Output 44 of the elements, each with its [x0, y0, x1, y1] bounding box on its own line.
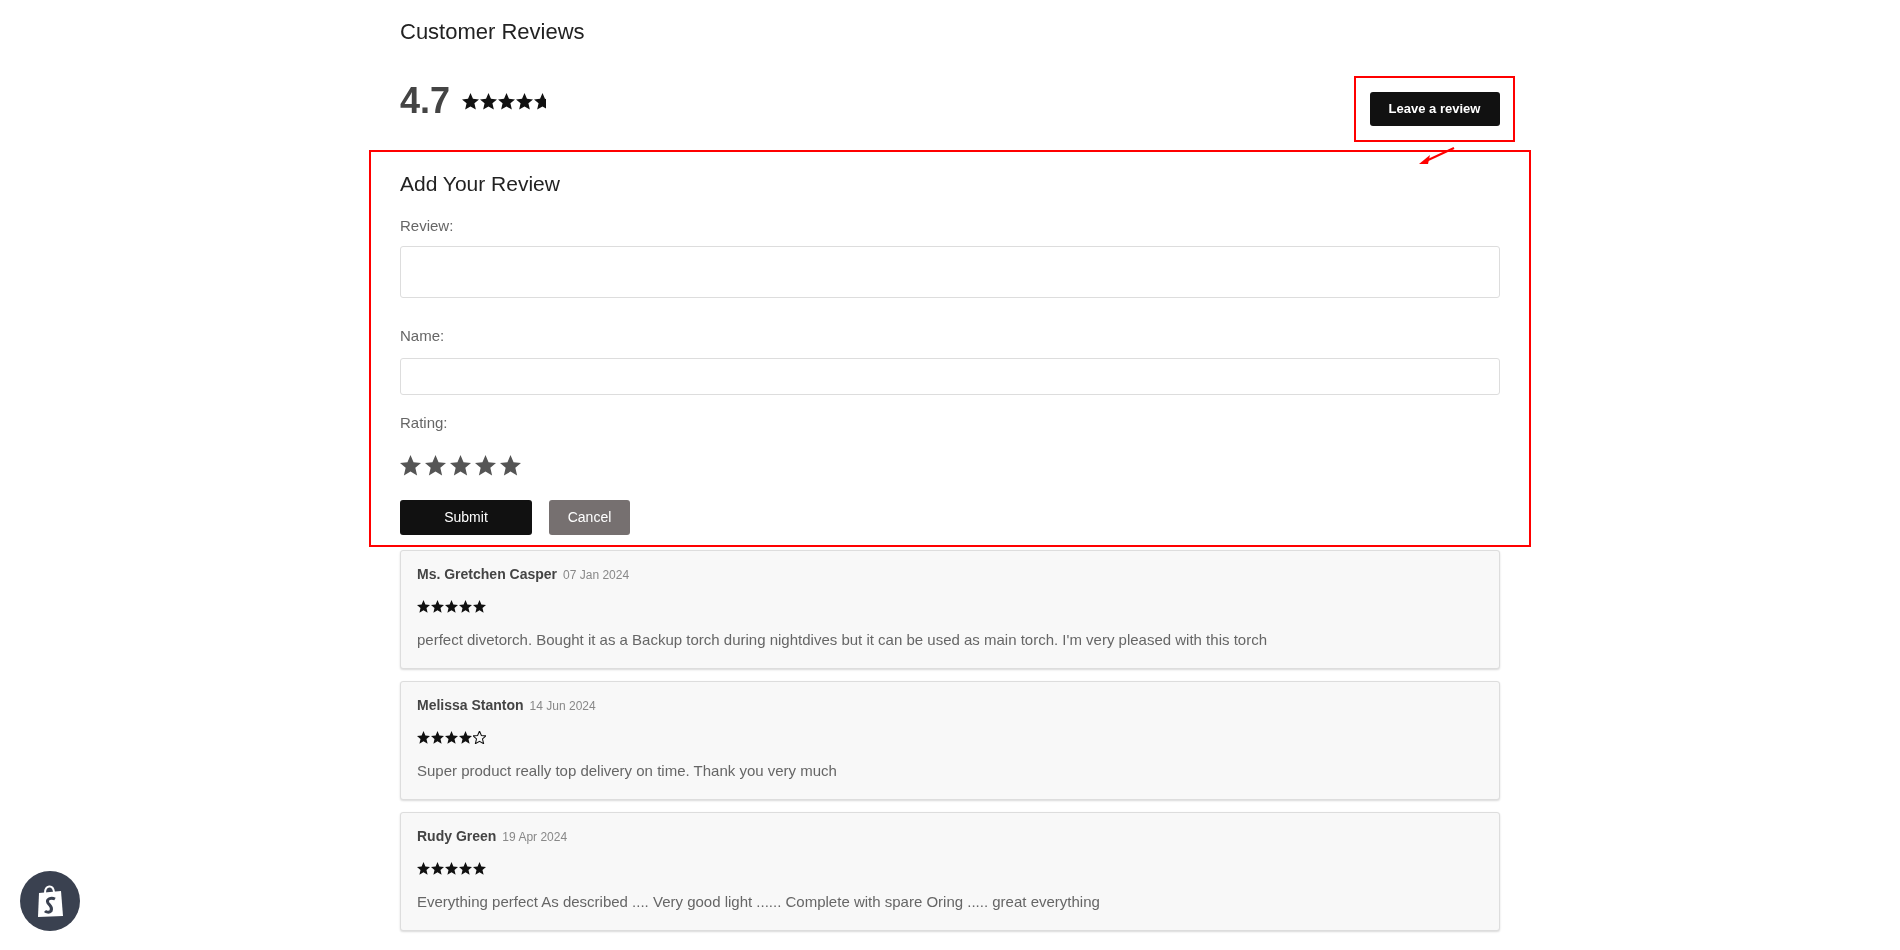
field-label: Rating: [400, 413, 449, 433]
star-icon [450, 455, 471, 476]
section-heading: Customer Reviews [400, 18, 586, 46]
filled-star-icon [431, 862, 444, 875]
filled-star-icon [480, 92, 498, 110]
star-icon [425, 455, 446, 476]
star-icon [500, 455, 521, 476]
filled-star-icon [417, 862, 430, 875]
filled-star-icon [417, 600, 430, 613]
review-text: Super product really top delivery on time. Thank you very much [417, 761, 838, 781]
shopping-bag-icon[interactable] [20, 871, 80, 931]
filled-star-icon [431, 600, 444, 613]
average-rating: 4.7 [400, 83, 451, 119]
review-date: 14 Jun 2024 [529, 698, 596, 715]
field-label: Name: [400, 326, 446, 346]
filled-star-icon [498, 92, 516, 110]
form-title: Add Your Review [400, 171, 561, 197]
reviewer-name: Melissa Stanton [417, 696, 524, 715]
field-label: Review: [400, 216, 455, 236]
filled-star-icon [462, 92, 480, 110]
review-date: 19 Apr 2024 [502, 829, 568, 846]
filled-star-icon [516, 92, 534, 110]
filled-star-icon [459, 731, 472, 744]
leave-review-button[interactable]: Leave a review [1369, 92, 1500, 126]
filled-star-icon [473, 600, 486, 613]
filled-star-icon [445, 600, 458, 613]
filled-star-icon [445, 731, 458, 744]
filled-star-icon [459, 862, 472, 875]
star-icon [475, 455, 496, 476]
cancel-button[interactable]: Cancel [549, 500, 630, 535]
filled-star-icon [431, 731, 444, 744]
submit-button[interactable]: Submit [400, 500, 532, 535]
review-field[interactable] [400, 246, 1500, 298]
filled-star-icon [417, 731, 430, 744]
star-icon [400, 455, 421, 476]
filled-star-icon [473, 862, 486, 875]
filled-star-icon [459, 600, 472, 613]
reviewer-name: Rudy Green [417, 827, 497, 846]
review-date: 07 Jan 2024 [563, 567, 630, 584]
review-text: perfect divetorch. Bought it as a Backup torch during nightdives but it can be used as main torch. I'm very pleased with this torch [417, 630, 1268, 650]
name-field[interactable] [400, 358, 1500, 395]
review-text: Everything perfect As described .... Very good light ...... Complete with spare Oring ..... great everything [417, 892, 1101, 912]
filled-star-icon [445, 862, 458, 875]
reviewer-name: Ms. Gretchen Casper [417, 565, 558, 584]
